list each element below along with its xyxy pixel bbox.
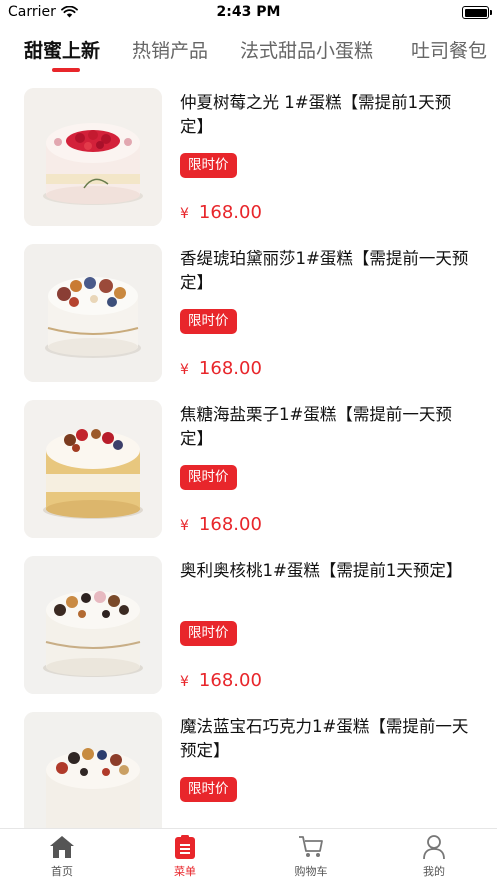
limited-price-badge: 限时价 bbox=[180, 621, 237, 646]
limited-price-badge: 限时价 bbox=[180, 465, 237, 490]
product-item[interactable]: 奥利奥核桃1#蛋糕【需提前1天预定】 限时价 ¥ 168.00 bbox=[0, 556, 497, 696]
price-value: 168.00 bbox=[198, 202, 262, 223]
product-title: 香缇琥珀黛丽莎1#蛋糕【需提前一天预定】 bbox=[180, 249, 469, 292]
product-item[interactable]: 焦糖海盐栗子1#蛋糕【需提前一天预定】 限时价 ¥ 168.00 bbox=[0, 400, 497, 540]
currency-symbol: ¥ bbox=[180, 518, 189, 534]
tab-hot-products[interactable]: 热销产品 bbox=[132, 36, 208, 63]
status-bar: Carrier 2:43 PM bbox=[0, 0, 497, 26]
home-icon bbox=[50, 836, 74, 858]
nav-menu[interactable]: 菜单 bbox=[145, 833, 225, 879]
product-item[interactable]: 魔法蓝宝石巧克力1#蛋糕【需提前一天预定】 限时价 bbox=[0, 712, 497, 828]
product-price: ¥ 168.00 bbox=[180, 670, 262, 691]
tab-toast-bread[interactable]: 吐司餐包 bbox=[411, 36, 487, 63]
clock: 2:43 PM bbox=[216, 4, 281, 20]
product-image bbox=[24, 88, 162, 226]
product-price: ¥ 168.00 bbox=[180, 202, 262, 223]
currency-symbol: ¥ bbox=[180, 362, 189, 378]
product-image bbox=[24, 244, 162, 382]
battery-icon bbox=[462, 6, 492, 19]
product-list: 仲夏树莓之光 1#蛋糕【需提前1天预定】 限时价 ¥ 168.00 香缇琥珀黛丽… bbox=[0, 88, 497, 828]
product-price: ¥ 168.00 bbox=[180, 514, 262, 535]
product-image bbox=[24, 712, 162, 828]
cart-icon bbox=[299, 836, 323, 857]
bottom-tab-bar: 首页 菜单 购物车 我的 bbox=[0, 828, 497, 883]
product-title: 焦糖海盐栗子1#蛋糕【需提前一天预定】 bbox=[180, 405, 452, 448]
active-tab-indicator bbox=[52, 68, 80, 72]
nav-profile-label: 我的 bbox=[423, 865, 445, 878]
limited-price-badge: 限时价 bbox=[180, 309, 237, 334]
product-title: 奥利奥核桃1#蛋糕【需提前1天预定】 bbox=[180, 561, 463, 580]
nav-home[interactable]: 首页 bbox=[22, 833, 102, 879]
product-image bbox=[24, 400, 162, 538]
product-image bbox=[24, 556, 162, 694]
currency-symbol: ¥ bbox=[180, 674, 189, 690]
price-value: 168.00 bbox=[198, 514, 262, 535]
tab-french-desserts[interactable]: 法式甜品小蛋糕 bbox=[240, 36, 373, 63]
user-icon bbox=[423, 835, 445, 860]
tab-sweet-new[interactable]: 甜蜜上新 bbox=[24, 36, 100, 63]
product-item[interactable]: 仲夏树莓之光 1#蛋糕【需提前1天预定】 限时价 ¥ 168.00 bbox=[0, 88, 497, 228]
price-value: 168.00 bbox=[198, 358, 262, 379]
nav-home-label: 首页 bbox=[51, 865, 73, 878]
nav-cart[interactable]: 购物车 bbox=[271, 833, 351, 879]
nav-profile[interactable]: 我的 bbox=[394, 833, 474, 879]
product-title: 魔法蓝宝石巧克力1#蛋糕【需提前一天预定】 bbox=[180, 717, 469, 760]
price-value: 168.00 bbox=[198, 670, 262, 691]
category-tabs: 甜蜜上新 热销产品 法式甜品小蛋糕 吐司餐包 bbox=[0, 30, 497, 74]
product-price: ¥ 168.00 bbox=[180, 358, 262, 379]
product-title: 仲夏树莓之光 1#蛋糕【需提前1天预定】 bbox=[180, 93, 452, 136]
product-item[interactable]: 香缇琥珀黛丽莎1#蛋糕【需提前一天预定】 限时价 ¥ 168.00 bbox=[0, 244, 497, 384]
limited-price-badge: 限时价 bbox=[180, 153, 237, 178]
nav-cart-label: 购物车 bbox=[294, 865, 328, 878]
nav-menu-label: 菜单 bbox=[174, 865, 196, 878]
menu-list-icon bbox=[175, 835, 195, 859]
limited-price-badge: 限时价 bbox=[180, 777, 237, 802]
currency-symbol: ¥ bbox=[180, 206, 189, 222]
